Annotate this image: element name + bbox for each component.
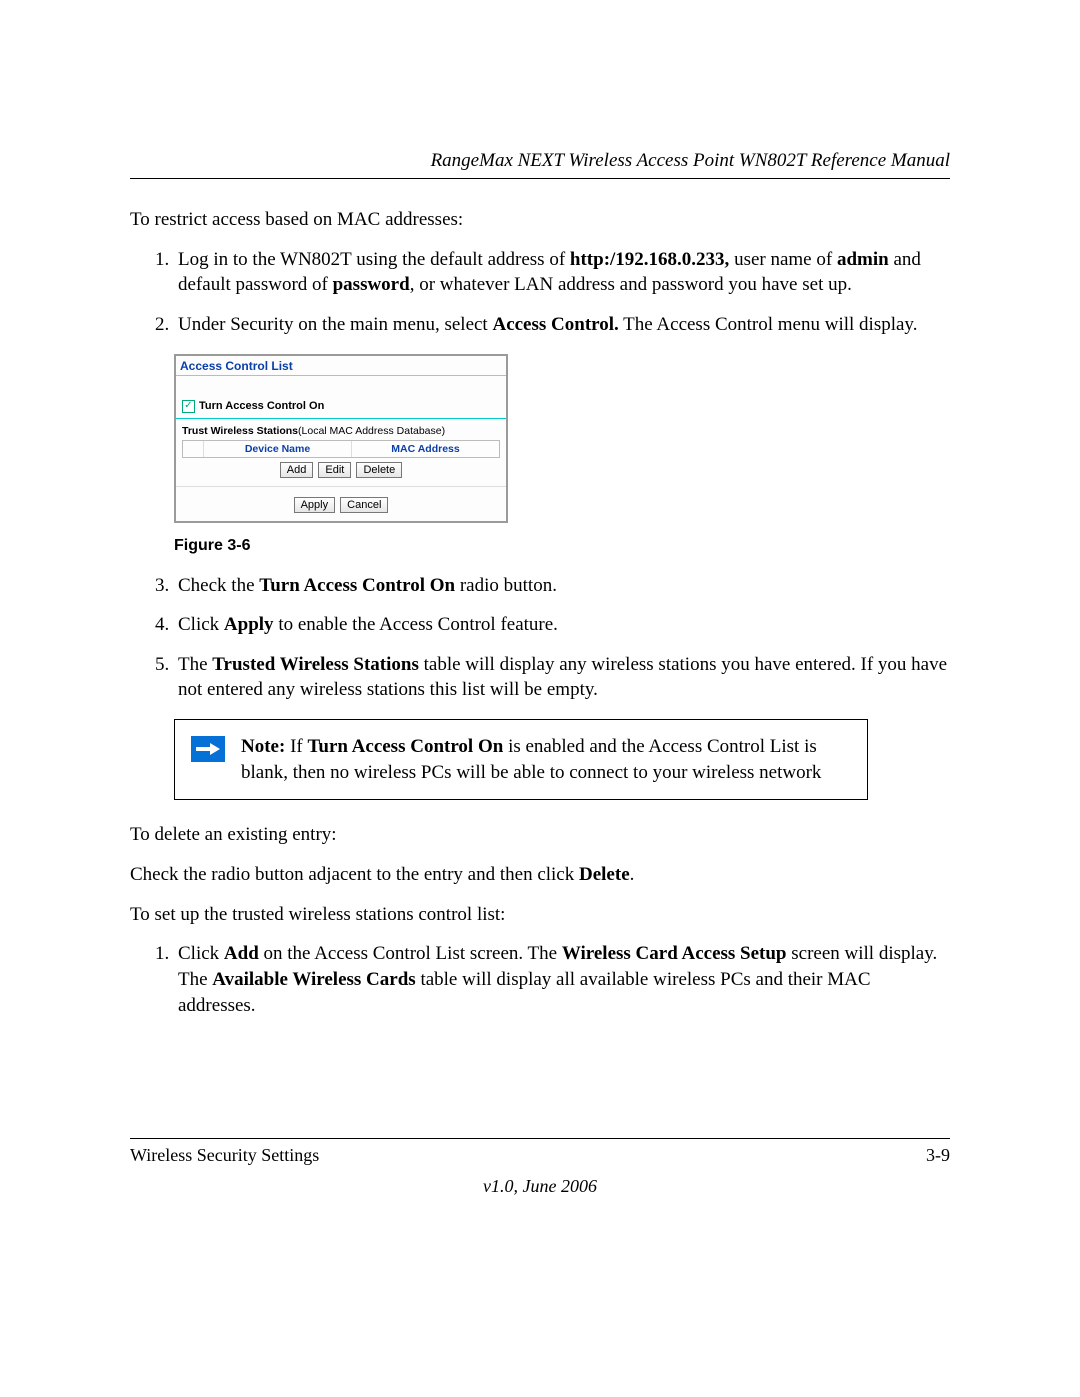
turn-access-control-checkbox[interactable]: ✓ [182, 400, 195, 413]
trust-stations-label: Trust Wireless Stations(Local MAC Addres… [176, 419, 506, 438]
arrow-right-icon [191, 736, 225, 762]
apply-button[interactable]: Apply [294, 497, 336, 513]
page-header-title: RangeMax NEXT Wireless Access Point WN80… [130, 150, 950, 172]
steps-list-b: Check the Turn Access Control On radio b… [130, 573, 950, 704]
note-box: Note: If Turn Access Control On is enabl… [174, 719, 868, 800]
figure-caption: Figure 3-6 [174, 537, 950, 555]
panel-section-toggle: ✓ Turn Access Control On [176, 376, 506, 419]
col-mac-address: MAC Address [352, 441, 499, 457]
step-3: Check the Turn Access Control On radio b… [174, 573, 950, 599]
footer-row: Wireless Security Settings 3-9 [130, 1145, 950, 1166]
col-device-name: Device Name [204, 441, 352, 457]
edit-button[interactable]: Edit [318, 462, 351, 478]
page-number: 3-9 [926, 1145, 950, 1166]
note-text: Note: If Turn Access Control On is enabl… [241, 734, 851, 785]
turn-access-control-label: Turn Access Control On [199, 400, 324, 412]
figure-3-6: Access Control List ✓ Turn Access Contro… [174, 354, 950, 523]
step-5: The Trusted Wireless Stations table will… [174, 652, 950, 703]
table-button-row: Add Edit Delete [176, 458, 506, 484]
delete-button[interactable]: Delete [356, 462, 402, 478]
header-rule [130, 178, 950, 179]
footer-section: Wireless Security Settings [130, 1145, 319, 1166]
panel-title: Access Control List [176, 356, 506, 376]
footer-rule [130, 1138, 950, 1139]
footer-version: v1.0, June 2006 [130, 1176, 950, 1197]
step-4: Click Apply to enable the Access Control… [174, 612, 950, 638]
cancel-button[interactable]: Cancel [340, 497, 388, 513]
step-2: Under Security on the main menu, select … [174, 312, 950, 338]
add-button[interactable]: Add [280, 462, 314, 478]
access-control-panel: Access Control List ✓ Turn Access Contro… [174, 354, 508, 523]
intro-paragraph: To restrict access based on MAC addresse… [130, 207, 950, 233]
col-select [183, 441, 204, 457]
delete-instruction: Check the radio button adjacent to the e… [130, 862, 950, 888]
stations-table-header: Device Name MAC Address [182, 440, 500, 458]
step-1: Log in to the WN802T using the default a… [174, 247, 950, 298]
delete-intro: To delete an existing entry: [130, 822, 950, 848]
steps-list-a: Log in to the WN802T using the default a… [130, 247, 950, 338]
step-c1: Click Add on the Access Control List scr… [174, 941, 950, 1018]
form-button-row: Apply Cancel [176, 486, 506, 521]
setup-intro: To set up the trusted wireless stations … [130, 902, 950, 928]
steps-list-c: Click Add on the Access Control List scr… [130, 941, 950, 1018]
document-page: RangeMax NEXT Wireless Access Point WN80… [0, 0, 1080, 1277]
